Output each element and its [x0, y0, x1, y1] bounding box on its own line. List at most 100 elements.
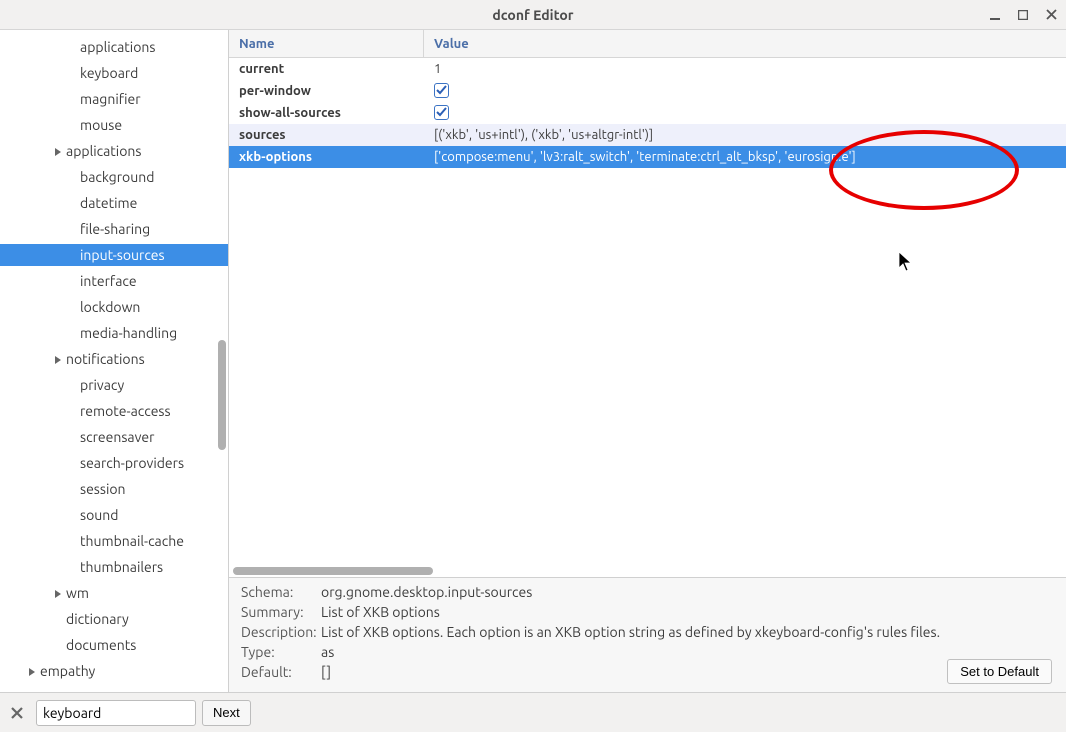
sidebar-item-label: interface [80, 273, 137, 289]
setting-value[interactable]: ['compose:menu', 'lv3:ralt_switch', 'ter… [424, 150, 1066, 164]
sidebar-item-label: background [80, 169, 154, 185]
set-to-default-button[interactable]: Set to Default [947, 659, 1052, 684]
sidebar-item-label: eog [40, 689, 64, 692]
sidebar-tree[interactable]: applications keyboard magnifier mouse applic… [0, 30, 229, 692]
sidebar-item[interactable]: input-sources [0, 244, 228, 266]
summary-value: List of XKB options [321, 604, 1054, 620]
sidebar-scrollbar-thumb[interactable] [218, 340, 226, 450]
sidebar-item[interactable]: dictionary [0, 608, 228, 630]
sidebar-item[interactable]: magnifier [0, 88, 228, 110]
sidebar-item-label: magnifier [80, 91, 141, 107]
sidebar-item-label: empathy [40, 663, 95, 679]
schema-value: org.gnome.desktop.input-sources [321, 584, 1054, 600]
sidebar-item[interactable]: thumbnail-cache [0, 530, 228, 552]
sidebar-item[interactable]: media-handling [0, 322, 228, 344]
horizontal-scrollbar-thumb[interactable] [233, 567, 433, 575]
sidebar-item-label: applications [80, 39, 155, 55]
table-row[interactable]: per-window [229, 80, 1066, 102]
settings-table: Name Value current1per-windowshow-all-so… [229, 30, 1066, 577]
column-header-name[interactable]: Name [229, 30, 424, 57]
sidebar-item-label: remote-access [80, 403, 171, 419]
sidebar-item-label: lockdown [80, 299, 140, 315]
expander-icon[interactable] [54, 351, 66, 367]
expander-icon[interactable] [28, 689, 40, 692]
search-next-button[interactable]: Next [202, 700, 251, 726]
sidebar-item[interactable]: sound [0, 504, 228, 526]
sidebar-item-label: session [80, 481, 126, 497]
sidebar-item-label: datetime [80, 195, 137, 211]
sidebar-item-label: file-sharing [80, 221, 150, 237]
setting-value[interactable]: 1 [424, 62, 1066, 76]
titlebar: dconf Editor [0, 0, 1066, 30]
expander-icon[interactable] [54, 143, 66, 159]
column-header-value[interactable]: Value [424, 37, 1066, 51]
sidebar-item-label: dictionary [66, 611, 129, 627]
sidebar-item[interactable]: documents [0, 634, 228, 656]
sidebar-item[interactable]: applications [0, 140, 228, 162]
sidebar-item[interactable]: thumbnailers [0, 556, 228, 578]
description-label: Description: [241, 624, 321, 640]
sidebar-item-label: media-handling [80, 325, 177, 341]
setting-name: current [229, 62, 424, 76]
sidebar-item-label: applications [66, 143, 141, 159]
default-label: Default: [241, 664, 321, 680]
expander-icon[interactable] [28, 663, 40, 679]
sidebar-item-label: notifications [66, 351, 145, 367]
sidebar-item[interactable]: file-sharing [0, 218, 228, 240]
sidebar-item-label: keyboard [80, 65, 138, 81]
close-button[interactable] [1044, 8, 1058, 22]
sidebar-item[interactable]: keyboard [0, 62, 228, 84]
setting-name: show-all-sources [229, 106, 424, 120]
table-row[interactable]: xkb-options['compose:menu', 'lv3:ralt_sw… [229, 146, 1066, 168]
close-search-icon[interactable] [8, 704, 26, 722]
maximize-button[interactable] [1016, 8, 1030, 22]
schema-label: Schema: [241, 584, 321, 600]
details-panel: Schema: org.gnome.desktop.input-sources … [229, 577, 1066, 692]
sidebar-item[interactable]: wm [0, 582, 228, 604]
sidebar-item[interactable]: datetime [0, 192, 228, 214]
sidebar-item[interactable]: lockdown [0, 296, 228, 318]
table-row[interactable]: current1 [229, 58, 1066, 80]
setting-value[interactable]: [('xkb', 'us+intl'), ('xkb', 'us+altgr-i… [424, 128, 1066, 142]
content-pane: Name Value current1per-windowshow-all-so… [229, 30, 1066, 692]
setting-value[interactable] [424, 83, 1066, 99]
sidebar-item-label: privacy [80, 377, 124, 393]
sidebar-item[interactable]: mouse [0, 114, 228, 136]
summary-label: Summary: [241, 604, 321, 620]
setting-name: sources [229, 128, 424, 142]
search-bar: Next [0, 692, 1066, 732]
sidebar-item-label: search-providers [80, 455, 184, 471]
sidebar-item[interactable]: eog [0, 686, 228, 692]
search-input[interactable] [36, 700, 196, 726]
sidebar-item[interactable]: privacy [0, 374, 228, 396]
sidebar-item-label: wm [66, 585, 89, 601]
sidebar-item[interactable]: interface [0, 270, 228, 292]
checkbox-icon[interactable] [434, 83, 449, 98]
type-label: Type: [241, 644, 321, 660]
sidebar-item[interactable]: search-providers [0, 452, 228, 474]
mouse-cursor-icon [899, 252, 915, 277]
sidebar-item-label: screensaver [80, 429, 154, 445]
sidebar-item[interactable]: applications [0, 36, 228, 58]
sidebar-item[interactable]: background [0, 166, 228, 188]
sidebar-item[interactable]: empathy [0, 660, 228, 682]
sidebar-item[interactable]: notifications [0, 348, 228, 370]
checkbox-icon[interactable] [434, 105, 449, 120]
sidebar-item[interactable]: screensaver [0, 426, 228, 448]
table-row[interactable]: show-all-sources [229, 102, 1066, 124]
table-header: Name Value [229, 30, 1066, 58]
setting-name: per-window [229, 84, 424, 98]
window-title: dconf Editor [492, 7, 573, 23]
minimize-button[interactable] [988, 8, 1002, 22]
horizontal-scrollbar[interactable] [233, 567, 1062, 577]
default-value: [] [321, 664, 1054, 680]
sidebar-item[interactable]: session [0, 478, 228, 500]
sidebar-item-label: thumbnail-cache [80, 533, 184, 549]
sidebar-item-label: sound [80, 507, 118, 523]
sidebar-item[interactable]: remote-access [0, 400, 228, 422]
setting-value[interactable] [424, 105, 1066, 121]
sidebar-item-label: mouse [80, 117, 122, 133]
expander-icon[interactable] [54, 585, 66, 601]
table-row[interactable]: sources[('xkb', 'us+intl'), ('xkb', 'us+… [229, 124, 1066, 146]
sidebar-item-label: thumbnailers [80, 559, 163, 575]
